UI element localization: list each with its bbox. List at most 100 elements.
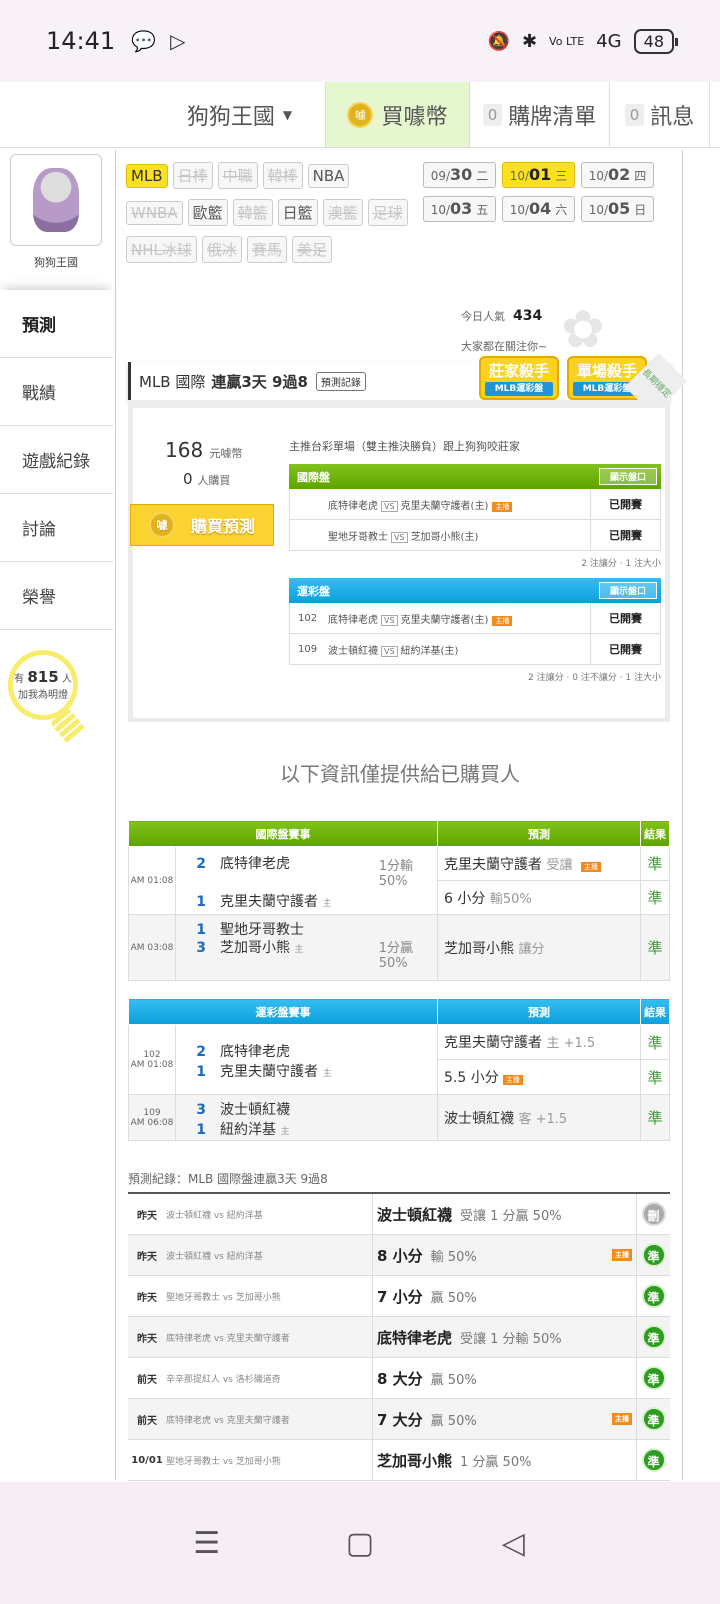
buy-prediction-button[interactable]: 噱購買預測	[130, 504, 274, 546]
date-weekday: 六	[555, 203, 568, 217]
league-tag[interactable]: 日棒	[172, 162, 213, 189]
purchase-list-button[interactable]: 0 購牌清單	[470, 82, 610, 147]
date-button[interactable]: 10/03 五	[423, 196, 496, 222]
date-month: 09/	[430, 169, 451, 183]
side-nav-record[interactable]: 戰績	[0, 358, 113, 426]
vs-icon: VS	[391, 531, 408, 543]
date-month: 10/	[588, 203, 609, 217]
history-day: 昨天	[137, 1292, 157, 1304]
game-status: 已開賽	[590, 489, 660, 519]
signal-icon: 4G	[596, 30, 622, 52]
game-status: 已開賽	[590, 634, 660, 664]
home-team: 芝加哥小熊(主)	[410, 531, 479, 543]
show-odds-button[interactable]: 顯示盤口	[598, 468, 657, 485]
prediction-record-button[interactable]: 預測記錄	[315, 371, 366, 391]
pick-detail: 贏 50%	[430, 1413, 477, 1429]
caret-down-icon: ▼	[282, 107, 293, 122]
bluetooth-icon: ✱	[521, 30, 538, 52]
date-weekday: 日	[634, 203, 647, 217]
league-tag[interactable]: 韓棒	[262, 162, 303, 189]
game-teams: 底特律老虎 VS 克里夫蘭守護者(主) 主播	[328, 497, 590, 512]
table-row: AM 01:08 2 底特律老虎 1分輸 50% 1 克里夫蘭守護者 主 克里夫蘭守護…	[128, 846, 670, 915]
side-nav-prediction[interactable]: 預測	[0, 290, 113, 358]
date-button[interactable]: 09/30 二	[423, 162, 496, 188]
date-button[interactable]: 10/04 六	[502, 196, 575, 222]
pick-detail: 贏 50%	[430, 1290, 477, 1306]
date-button[interactable]: 10/02 四	[581, 162, 654, 188]
coin-icon: 噱	[148, 512, 175, 538]
history-pick: 底特律老虎 受讓 1 分輸 50%	[372, 1317, 636, 1357]
history-day: 前天	[137, 1374, 157, 1386]
league-tag[interactable]: 足球	[367, 199, 408, 226]
prediction-description: 主推台彩單場（雙主推決勝負）跟上狗狗咬莊家	[289, 440, 520, 453]
league-tag[interactable]: WNBA	[126, 201, 183, 225]
date-day: 05	[608, 199, 631, 218]
coin-icon: 噱	[347, 101, 374, 128]
league-tag[interactable]: 美足	[291, 236, 332, 263]
league-tag[interactable]: 澳籃	[322, 199, 363, 226]
pick-detail: 受讓 1 分輸 50%	[460, 1331, 562, 1347]
mascot-watermark-icon: ✿	[561, 300, 605, 360]
avatar[interactable]	[10, 154, 102, 246]
history-pick: 8 小分輸 50% 主播	[372, 1235, 636, 1275]
price: 168 元噱幣	[165, 438, 243, 462]
lottery-result-table: 運彩盤賽事 預測 結果 102 AM 01:08 2 底特律老虎 1 克里夫蘭守護者 主 …	[128, 998, 670, 1141]
game-number: 102	[298, 612, 318, 624]
show-odds-button[interactable]: 顯示盤口	[598, 582, 657, 599]
history-match: 波士頓紅襪 vs 紐約洋基	[166, 1251, 263, 1262]
battery-icon: 48	[633, 28, 679, 54]
pick-detail: 贏 50%	[430, 1372, 477, 1388]
history-pick: 波士頓紅襪 受讓 1 分贏 50%	[372, 1194, 636, 1234]
result-badge: 準	[641, 1243, 666, 1267]
home-icon[interactable]: ▢	[340, 1526, 380, 1561]
date-day: 01	[529, 165, 552, 184]
buy-coin-button[interactable]: 噱買噱幣	[326, 82, 470, 147]
menu-icon[interactable]: ☰	[187, 1526, 227, 1561]
pick-detail: 輸 50%	[430, 1249, 477, 1265]
league-tag[interactable]: 中職	[217, 162, 258, 189]
league-tag[interactable]: NHL冰球	[126, 236, 197, 263]
league-tag[interactable]: 日籃	[277, 199, 318, 226]
history-day: 昨天	[137, 1251, 157, 1263]
home-team: 克里夫蘭守護者(主)	[400, 500, 489, 512]
side-nav-game-log[interactable]: 遊戲紀錄	[0, 426, 113, 494]
clock: 14:41	[46, 27, 116, 55]
history-result: 準	[636, 1440, 670, 1480]
pick-name: 8 大分	[377, 1369, 423, 1388]
league-tag[interactable]: 韓籃	[232, 199, 273, 226]
date-weekday: 三	[555, 169, 568, 183]
league-tags: MLB 日棒 中職 韓棒 NBA WNBA 歐籃 韓籃 日籃 澳籃 足球 NHL冰球 俄冰 賽馬 美足	[126, 162, 416, 273]
league-tag[interactable]: 俄冰	[201, 236, 242, 263]
date-button[interactable]: 10/01 三	[502, 162, 575, 188]
pick-name: 底特律老虎	[377, 1328, 453, 1347]
pick-name: 芝加哥小熊	[377, 1451, 453, 1470]
history-result: 刪	[636, 1194, 670, 1234]
back-icon[interactable]: ◁	[493, 1526, 533, 1561]
history-match: 底特律老虎 vs 克里夫蘭守護者	[166, 1333, 290, 1344]
history-match: 波士頓紅襪 vs 紐約洋基	[166, 1210, 263, 1221]
history-label: 預測紀錄：MLB 國際盤連贏3天 9過8	[128, 1172, 328, 1186]
panel-row: 102 底特律老虎 VS 克里夫蘭守護者(主) 主播 已開賽	[289, 603, 661, 634]
pick-name: 波士頓紅襪	[377, 1205, 453, 1224]
history-row: 10/01 聖地牙哥教士 vs 芝加哥小熊 芝加哥小熊 1 分贏 50% 準	[128, 1440, 670, 1481]
away-team: 聖地牙哥教士	[328, 531, 388, 543]
prediction-title: MLB 國際 連贏3天 9過8 預測記錄 MLB運彩盤 莊家殺手 MLB運彩盤 單場殺…	[128, 356, 670, 400]
date-weekday: 五	[476, 203, 489, 217]
tv-icon: 主播	[612, 1413, 632, 1425]
league-tag[interactable]: MLB	[126, 164, 168, 188]
vs-icon: VS	[381, 645, 398, 657]
date-day: 30	[450, 165, 473, 184]
league-tag[interactable]: 賽馬	[246, 236, 287, 263]
league-tag[interactable]: NBA	[307, 164, 350, 188]
history-match: 聖地牙哥教士 vs 芝加哥小熊	[166, 1456, 281, 1467]
date-button[interactable]: 10/05 日	[581, 196, 654, 222]
home-team: 紐約洋基(主)	[400, 645, 459, 657]
side-nav-discussion[interactable]: 討論	[0, 494, 113, 562]
league-tag[interactable]: 歐籃	[187, 199, 228, 226]
date-day: 04	[529, 199, 552, 218]
brand-dropdown[interactable]: 狗狗王國 ▼	[154, 82, 326, 147]
side-nav-honor[interactable]: 榮譽	[0, 562, 113, 630]
date-month: 10/	[588, 169, 609, 183]
messages-button[interactable]: 0 訊息	[610, 82, 710, 147]
date-month: 10/	[509, 203, 530, 217]
